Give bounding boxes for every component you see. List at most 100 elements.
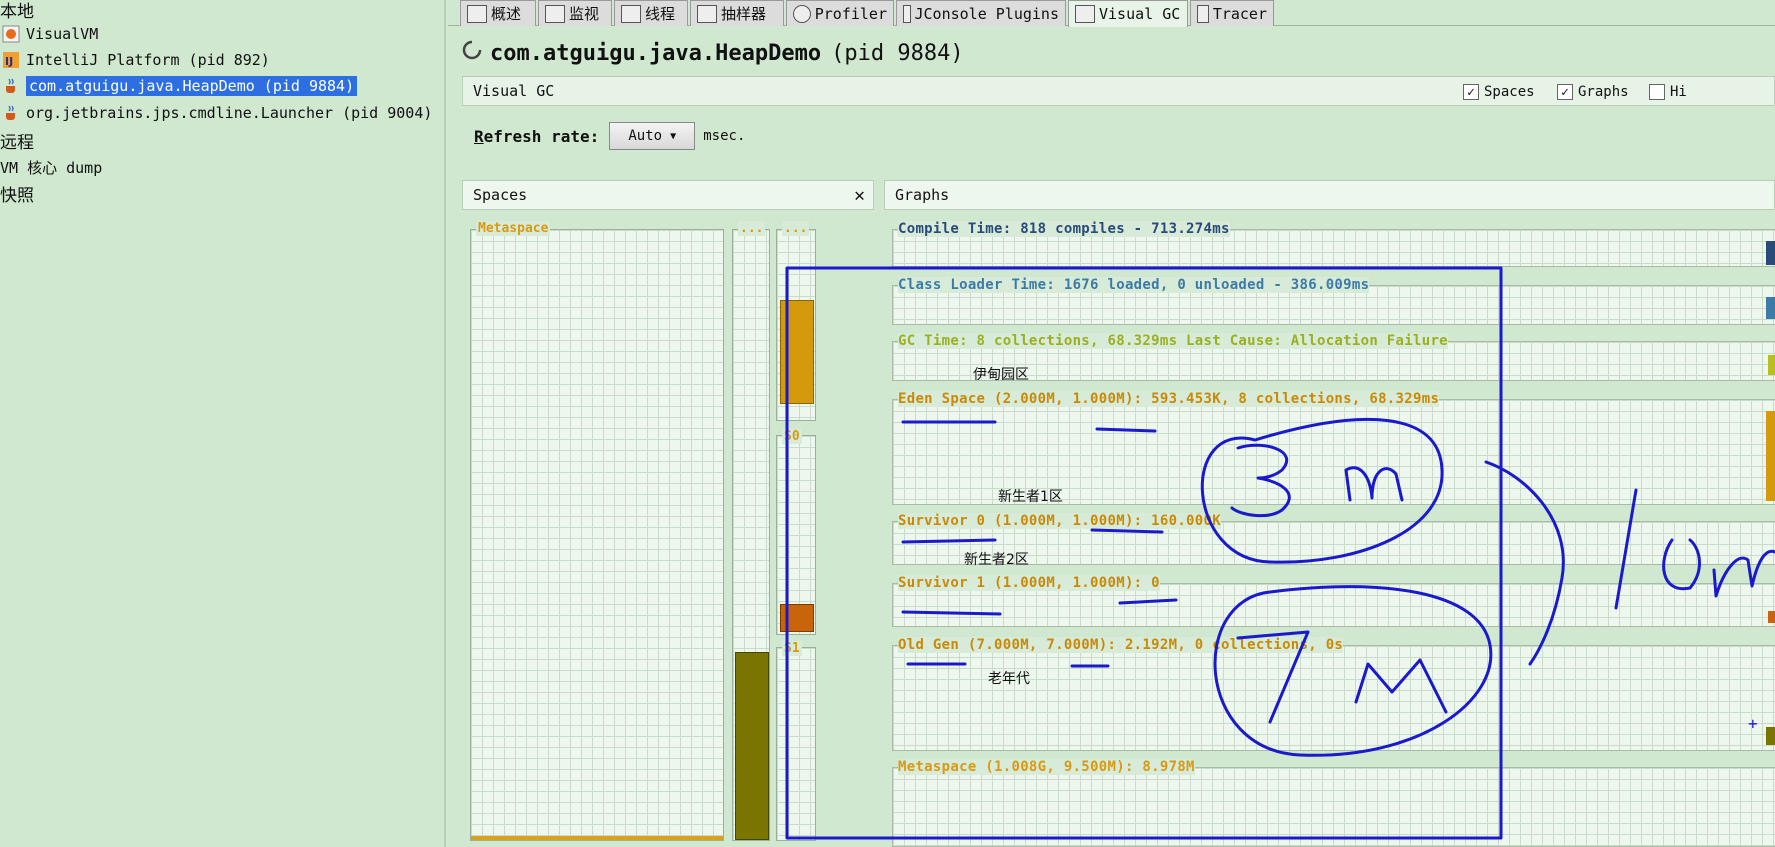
overview-icon	[467, 4, 487, 23]
graphs-checkbox-label: Graphs	[1578, 84, 1629, 100]
tree-category-coredump[interactable]: VM 核心 dump	[0, 155, 102, 179]
gc-time-bar	[1768, 355, 1775, 375]
refresh-rate-label-text: efresh rate:	[483, 126, 600, 146]
intellij-icon: IJ	[0, 49, 22, 71]
graphs-panel-header: Graphs	[884, 180, 1775, 210]
tree-item-label: com.atguigu.java.HeapDemo (pid 9884)	[26, 76, 358, 96]
refresh-rate-label: Refresh rate:	[474, 127, 599, 146]
tab-label: JConsole Plugins	[914, 4, 1060, 23]
old-gen-space	[732, 229, 770, 841]
tree-category-remote[interactable]: 远程	[0, 128, 34, 153]
survivor0-space	[776, 435, 816, 635]
tab-label: 监视	[569, 5, 600, 23]
spaces-checkbox[interactable]: ✓ Spaces	[1463, 84, 1535, 100]
eden-space-label: Eden Space (2.000M, 1.000M): 593.453K, 8…	[898, 391, 1440, 407]
spaces-panel-header: Spaces ✕	[462, 180, 874, 210]
graphs-panel-body: Compile Time: 818 compiles - 713.274ms C…	[884, 211, 1775, 847]
eden-space	[776, 229, 816, 421]
tab-label: 线程	[645, 5, 676, 23]
visualvm-icon	[0, 23, 22, 45]
tree-item-label: IntelliJ Platform (pid 892)	[26, 51, 270, 69]
tree-category-remote-label: 远程	[0, 132, 34, 153]
close-icon[interactable]: ✕	[854, 185, 865, 206]
tab-tracer[interactable]: Tracer	[1190, 0, 1274, 26]
survivor0-label: Survivor 0 (1.000M, 1.000M): 160.000K	[898, 513, 1221, 529]
sampler-icon	[697, 4, 717, 23]
tree-category-snapshot[interactable]: 快照	[0, 181, 34, 206]
gc-time-label: GC Time: 8 collections, 68.329ms Last Ca…	[898, 333, 1448, 349]
class-loader-bar	[1766, 297, 1775, 319]
old-gen-graph-bar	[1766, 727, 1775, 745]
tab-profiler[interactable]: Profiler	[786, 0, 894, 26]
metaspace-usage-bar	[471, 836, 723, 840]
monitor-icon	[545, 4, 565, 23]
unchecked-box-icon	[1649, 84, 1665, 100]
eden-annotation: 伊甸园区	[973, 367, 1029, 383]
tree-item-heapdemo[interactable]: com.atguigu.java.HeapDemo (pid 9884)	[0, 74, 358, 98]
tab-label: Profiler	[814, 4, 887, 23]
refresh-spinner-icon	[462, 40, 482, 66]
metaspace-space	[470, 229, 724, 841]
java-cup-icon	[0, 102, 22, 124]
tree-item-visualvm[interactable]: VisualVM	[0, 22, 98, 46]
refresh-rate-row: Refresh rate: Auto ▼ msec.	[474, 122, 745, 150]
metaspace-label: Metaspace	[476, 221, 551, 236]
oldgen-annotation: 老年代	[988, 671, 1030, 687]
metaspace-graph-label: Metaspace (1.008G, 9.500M): 8.978M	[898, 759, 1195, 775]
tab-sampler[interactable]: 抽样器	[690, 0, 784, 26]
tree-category-local-label: 本地	[0, 1, 34, 22]
plus-icon: +	[1748, 714, 1758, 733]
metaspace-graph	[892, 767, 1775, 847]
s1-label: S1	[782, 641, 802, 656]
tab-label: Tracer	[1212, 4, 1267, 23]
visual-gc-icon	[1075, 5, 1095, 23]
refresh-rate-value: Auto	[628, 128, 663, 144]
tree-category-snapshot-label: 快照	[0, 185, 34, 206]
histogram-checkbox-label: Hi	[1670, 84, 1687, 100]
tree-item-label: org.jetbrains.jps.cmdline.Launcher (pid …	[26, 104, 433, 122]
eden-column-label: ...	[782, 221, 810, 236]
checkmark-icon: ✓	[1463, 84, 1479, 100]
visual-gc-title: Visual GC	[473, 82, 555, 100]
refresh-rate-mnemonic: R	[474, 126, 484, 146]
spaces-panel-title: Spaces	[473, 186, 528, 204]
main-panel: 概述 监视 线程 抽样器 Profiler JConsole Plugins V…	[448, 0, 1775, 847]
graphs-panel-title: Graphs	[895, 186, 950, 204]
tree-item-intellij[interactable]: IJ IntelliJ Platform (pid 892)	[0, 48, 270, 72]
checkmark-icon: ✓	[1557, 84, 1573, 100]
threads-icon	[621, 4, 641, 23]
application-name: com.atguigu.java.HeapDemo	[490, 40, 822, 66]
s0-label: S0	[782, 429, 802, 444]
jconsole-icon	[903, 4, 911, 23]
class-loader-label: Class Loader Time: 1676 loaded, 0 unload…	[898, 277, 1370, 293]
tab-threads[interactable]: 线程	[614, 0, 688, 26]
tree-category-local[interactable]: 本地	[0, 0, 34, 22]
survivor0-annotation: 新生者1区	[998, 489, 1063, 505]
java-cup-icon	[0, 75, 22, 97]
tab-label: Visual GC	[1099, 5, 1181, 23]
old-gen-graph	[892, 645, 1775, 751]
chevron-down-icon: ▼	[670, 130, 677, 142]
profiler-icon	[793, 4, 811, 23]
tab-label: 抽样器	[721, 5, 767, 23]
compile-time-label: Compile Time: 818 compiles - 713.274ms	[898, 221, 1230, 237]
tab-bar: 概述 监视 线程 抽样器 Profiler JConsole Plugins V…	[448, 0, 1775, 27]
tab-overview[interactable]: 概述	[460, 0, 536, 26]
graphs-checkbox[interactable]: ✓ Graphs	[1557, 84, 1629, 100]
histogram-checkbox[interactable]: Hi	[1649, 84, 1687, 100]
old-gen-label: Old Gen (7.000M, 7.000M): 2.192M, 0 coll…	[898, 637, 1344, 653]
tab-monitor[interactable]: 监视	[538, 0, 612, 26]
refresh-rate-select[interactable]: Auto ▼	[609, 122, 696, 150]
spaces-checkbox-label: Spaces	[1484, 84, 1535, 100]
tab-label: 概述	[491, 5, 522, 23]
tree-category-coredump-label: VM 核心 dump	[0, 158, 103, 177]
tree-item-launcher[interactable]: org.jetbrains.jps.cmdline.Launcher (pid …	[0, 101, 432, 125]
tab-visual-gc[interactable]: Visual GC	[1068, 0, 1188, 27]
eden-usage-bar	[780, 300, 814, 404]
tab-jconsole-plugins[interactable]: JConsole Plugins	[896, 0, 1066, 26]
spaces-panel-body: Metaspace ... ... S0 S1	[462, 211, 874, 847]
old-gen-column-label: ...	[738, 221, 766, 236]
svg-text:IJ: IJ	[5, 55, 13, 68]
application-pid: (pid 9884)	[831, 40, 964, 66]
visual-gc-header: Visual GC ✓ Spaces ✓ Graphs Hi	[462, 76, 1775, 106]
